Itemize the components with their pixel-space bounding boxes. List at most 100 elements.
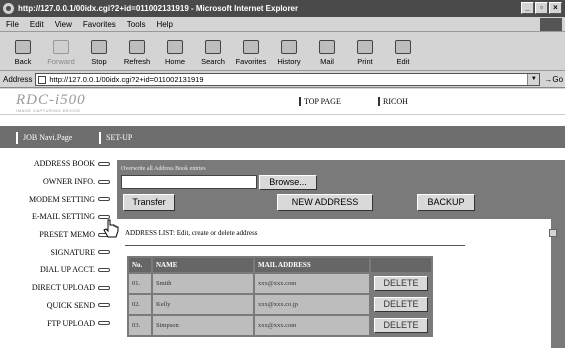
sidebar-item-signature[interactable]: SIGNATURE: [0, 243, 114, 261]
transfer-button[interactable]: Transfer: [123, 194, 175, 211]
home-icon: [167, 40, 183, 54]
edit-button[interactable]: Edit: [384, 33, 422, 69]
tab-marker-icon: [98, 179, 110, 184]
row-name[interactable]: Kelly: [153, 295, 253, 314]
column-header-action: [371, 258, 431, 272]
sidebar-item-quick-send[interactable]: QUICK SEND: [0, 297, 114, 315]
new-address-button[interactable]: NEW ADDRESS: [277, 194, 373, 211]
internet-explorer-icon: [3, 3, 14, 14]
sidebar-item-address-book[interactable]: ADDRESS BOOK: [0, 155, 114, 173]
browse-button[interactable]: Browse...: [259, 175, 317, 190]
sidebar-item-email-setting[interactable]: E-MAIL SETTING: [0, 208, 114, 226]
backup-button[interactable]: BACKUP: [417, 194, 475, 211]
stop-button[interactable]: Stop: [80, 33, 118, 69]
print-button[interactable]: Print: [346, 33, 384, 69]
sidebar-item-owner-info[interactable]: OWNER INFO.: [0, 173, 114, 191]
window-title-bar: http://127.0.0.1/00idx.cgi?2+id=01100213…: [0, 0, 565, 17]
hand-cursor-icon: [103, 219, 119, 238]
brand-logo: RDC-i500: [16, 92, 86, 108]
menu-favorites[interactable]: Favorites: [83, 20, 116, 29]
web-page: RDC-i500 IMAGE CAPTURING DEVICE TOP PAGE…: [0, 89, 565, 348]
top-page-link[interactable]: TOP PAGE: [299, 97, 341, 106]
scroll-up-button[interactable]: [549, 229, 557, 237]
row-mail: xxx@xxx.com: [255, 274, 369, 293]
sidebar-item-preset-memo[interactable]: PRESET MEMO: [0, 226, 114, 244]
row-name[interactable]: Smith: [153, 274, 253, 293]
menu-help[interactable]: Help: [156, 20, 172, 29]
refresh-icon: [129, 40, 145, 54]
window-controls: _ ▫ ×: [521, 2, 562, 14]
address-bar: Address http://127.0.0.1/00idx.cgi?2+id=…: [0, 72, 565, 88]
search-button[interactable]: Search: [194, 33, 232, 69]
sidebar-item-ftp-upload[interactable]: FTP UPLOAD: [0, 314, 114, 332]
file-path-input[interactable]: [121, 175, 257, 189]
edit-icon: [395, 40, 411, 54]
tab-marker-icon: [98, 161, 110, 166]
page-icon: [38, 75, 47, 84]
menu-bar: File Edit View Favorites Tools Help: [0, 17, 565, 32]
address-list-title: ADDRESS LIST: Edit, create or delete add…: [125, 229, 258, 237]
menu-view[interactable]: View: [55, 20, 72, 29]
tab-marker-icon: [98, 197, 110, 202]
close-button[interactable]: ×: [549, 2, 562, 14]
address-book-main: Overwrite all Address Book entries Brows…: [117, 160, 565, 348]
nav-job-navi-page[interactable]: JOB Navi.Page: [16, 132, 72, 144]
refresh-button[interactable]: Refresh: [118, 33, 156, 69]
favorites-icon: [243, 40, 259, 54]
mail-button[interactable]: Mail: [308, 33, 346, 69]
address-list-panel: ADDRESS LIST: Edit, create or delete add…: [117, 219, 551, 348]
minimize-button[interactable]: _: [521, 2, 534, 14]
tab-marker-icon: [98, 267, 110, 272]
table-header-row: No. NAME MAIL ADDRESS: [129, 258, 431, 272]
row-name[interactable]: Simpson: [153, 316, 253, 335]
windows-logo-icon: [540, 18, 562, 31]
menu-file[interactable]: File: [6, 20, 19, 29]
tab-marker-icon: [98, 321, 110, 326]
sidebar-item-dial-up-acct[interactable]: DIAL UP ACCT.: [0, 261, 114, 279]
chevron-down-icon[interactable]: ▼: [527, 74, 540, 85]
divider: [125, 245, 465, 246]
table-row: 02. Kelly xxx@xxx.co.jp DELETE: [129, 295, 431, 314]
browser-toolbar: Back Forward Stop Refresh Home Search Fa…: [0, 33, 565, 71]
sidebar-item-modem-setting[interactable]: MODEM SETTING: [0, 190, 114, 208]
delete-button[interactable]: DELETE: [374, 318, 428, 333]
favorites-button[interactable]: Favorites: [232, 33, 270, 69]
column-header-name: NAME: [153, 258, 253, 272]
tab-marker-icon: [98, 285, 110, 290]
brand-subtitle: IMAGE CAPTURING DEVICE: [16, 108, 81, 113]
address-input[interactable]: http://127.0.0.1/00idx.cgi?2+id=01100213…: [35, 73, 541, 86]
go-button[interactable]: →Go: [544, 75, 563, 84]
history-icon: [281, 40, 297, 54]
row-number: 03.: [129, 316, 151, 335]
sidebar-item-direct-upload[interactable]: DIRECT UPLOAD: [0, 279, 114, 297]
nav-setup[interactable]: SET-UP: [99, 132, 132, 144]
address-value: http://127.0.0.1/00idx.cgi?2+id=01100213…: [49, 75, 204, 84]
sidebar: ADDRESS BOOK OWNER INFO. MODEM SETTING E…: [0, 155, 114, 332]
ricoh-link[interactable]: RICOH: [378, 97, 408, 106]
overwrite-label: Overwrite all Address Book entries: [121, 166, 206, 172]
table-row: 03. Simpson xxx@xxx.com DELETE: [129, 316, 431, 335]
row-number: 01.: [129, 274, 151, 293]
history-button[interactable]: History: [270, 33, 308, 69]
navigation-band: JOB Navi.Page SET-UP: [0, 126, 565, 148]
forward-button[interactable]: Forward: [42, 33, 80, 69]
menu-tools[interactable]: Tools: [127, 20, 146, 29]
back-button[interactable]: Back: [4, 33, 42, 69]
delete-button[interactable]: DELETE: [374, 297, 428, 312]
window-title: http://127.0.0.1/00idx.cgi?2+id=01100213…: [18, 4, 299, 13]
print-icon: [357, 40, 373, 54]
address-label: Address: [3, 75, 33, 84]
delete-button[interactable]: DELETE: [374, 276, 428, 291]
menu-edit[interactable]: Edit: [30, 20, 44, 29]
row-number: 02.: [129, 295, 151, 314]
row-mail: xxx@xxx.co.jp: [255, 295, 369, 314]
search-icon: [205, 40, 221, 54]
address-table: No. NAME MAIL ADDRESS 01. Smith xxx@xxx.…: [127, 256, 433, 337]
stop-icon: [91, 40, 107, 54]
mail-icon: [319, 40, 335, 54]
row-mail: xxx@xxx.com: [255, 316, 369, 335]
tab-marker-icon: [98, 303, 110, 308]
tab-marker-icon: [98, 250, 110, 255]
home-button[interactable]: Home: [156, 33, 194, 69]
maximize-button[interactable]: ▫: [535, 2, 548, 14]
